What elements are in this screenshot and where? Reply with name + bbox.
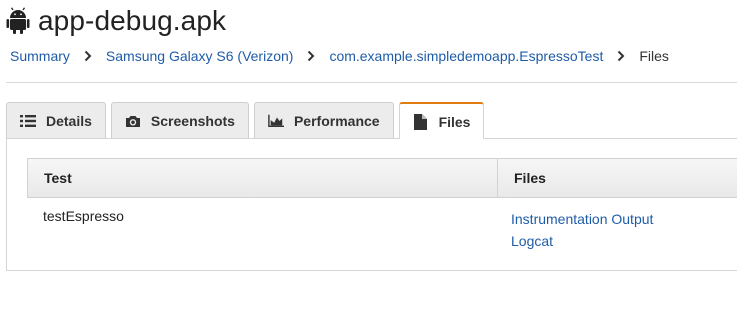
tab-details[interactable]: Details — [6, 102, 106, 138]
breadcrumb-summary[interactable]: Summary — [10, 48, 70, 64]
list-icon — [20, 113, 36, 129]
table-header: Test Files — [27, 158, 737, 198]
tab-bar: Details Screenshots Performance Files — [6, 102, 489, 139]
test-name-cell: testEspresso — [43, 208, 124, 224]
column-header-files: Files — [514, 170, 546, 186]
area-chart-icon — [268, 113, 284, 129]
chevron-right-icon — [70, 50, 106, 62]
tab-performance[interactable]: Performance — [253, 102, 394, 138]
file-icon — [413, 113, 429, 130]
logcat-link[interactable]: Logcat — [511, 230, 737, 252]
breadcrumb: Summary Samsung Galaxy S6 (Verizon) com.… — [10, 46, 669, 66]
table-row: testEspresso Instrumentation Output Logc… — [27, 198, 737, 252]
breadcrumb-device[interactable]: Samsung Galaxy S6 (Verizon) — [106, 48, 294, 64]
files-table: Test Files testEspresso Instrumentation … — [27, 158, 737, 252]
tab-label: Details — [46, 112, 92, 129]
files-cell: Instrumentation Output Logcat — [497, 198, 737, 252]
breadcrumb-test-class[interactable]: com.example.simpledemoapp.EspressoTest — [329, 48, 603, 64]
chevron-right-icon — [603, 50, 639, 62]
files-panel: Test Files testEspresso Instrumentation … — [6, 138, 737, 271]
page-header: app-debug.apk — [6, 4, 226, 38]
tab-label: Screenshots — [150, 112, 235, 129]
camera-icon — [125, 113, 141, 129]
header-divider — [6, 82, 737, 83]
tab-label: Performance — [293, 112, 380, 129]
tab-screenshots[interactable]: Screenshots — [110, 102, 249, 138]
android-icon — [6, 7, 30, 35]
page-title: app-debug.apk — [38, 5, 227, 36]
column-header-test: Test — [28, 159, 498, 197]
breadcrumb-current: Files — [639, 48, 669, 64]
tab-label: Files — [438, 113, 471, 130]
tab-files[interactable]: Files — [398, 102, 485, 139]
chevron-right-icon — [293, 50, 329, 62]
instrumentation-output-link[interactable]: Instrumentation Output — [511, 208, 737, 230]
